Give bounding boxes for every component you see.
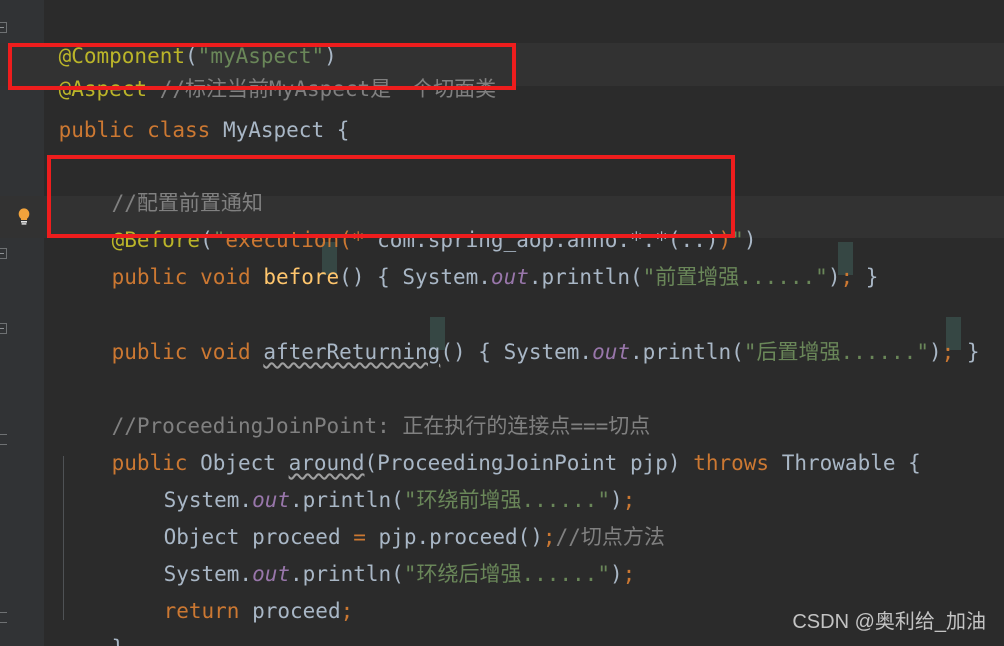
token-brace-close: } [954, 340, 980, 364]
token-field-out: out [592, 340, 631, 364]
token-brace: { [336, 118, 350, 142]
token-brace-open: { [377, 265, 403, 289]
token-type-throwable: Throwable [781, 451, 909, 475]
token-keyword-void: void [200, 265, 264, 289]
token-string: "后置增强......" [743, 340, 929, 364]
token-semicolon: ; [840, 265, 854, 289]
code-line-13[interactable]: return proceed; [113, 580, 354, 643]
token-parens: () [339, 265, 378, 289]
token-println: .println( [630, 340, 744, 364]
token-brace-open: { [908, 451, 921, 475]
code-line-6[interactable]: public void before() { System.out.printl… [61, 246, 879, 309]
token-keyword-throws: throws [693, 451, 782, 475]
token-paren-close: ) [827, 265, 841, 289]
token-println: .println( [528, 265, 643, 289]
token-semicolon: ; [941, 340, 955, 364]
token-keyword-public: public [111, 340, 201, 364]
fold-marker-icon-before[interactable] [0, 248, 7, 259]
token-keyword-public: public [111, 265, 201, 289]
token-keyword-class: class [147, 118, 223, 142]
code-line-7[interactable]: public void afterReturning() { System.ou… [61, 321, 980, 384]
code-editor-screenshot: @Component("myAspect") @Aspect //标注当前MyA… [0, 0, 1004, 646]
token-comment: //标注当前MyAspect是一个切面类 [159, 77, 497, 101]
token-brace-close: } [112, 636, 125, 646]
token-string: "环绕后增强......" [403, 562, 610, 586]
token-system: System. [402, 265, 491, 289]
token-annotation: @Aspect [58, 77, 148, 101]
fold-marker-icon-around[interactable] [0, 434, 7, 445]
token-parens: () [440, 340, 479, 364]
fold-marker-icon-line1[interactable] [0, 22, 7, 33]
token-paren-close: ) [609, 562, 623, 586]
token-classname: MyAspect [222, 118, 337, 142]
token-keyword-public: public [58, 118, 148, 142]
token-paren-close: ) [928, 340, 942, 364]
token-method-name: before [263, 265, 340, 289]
token-brace-open: { [478, 340, 504, 364]
token-keyword-return: return [163, 599, 253, 623]
token-semicolon: ; [622, 562, 636, 586]
token-system: System. [503, 340, 593, 364]
fold-marker-icon-afterreturning[interactable] [0, 323, 7, 334]
token-field-out: out [490, 265, 529, 289]
code-line-14[interactable]: } [61, 617, 125, 646]
csdn-watermark: CSDN @奥利给_加油 [792, 611, 986, 633]
token-keyword-void: void [200, 340, 264, 364]
token-var-proceed: proceed [252, 599, 341, 623]
token-method-name-unresolved: afterReturning [263, 340, 441, 364]
token-semicolon: ; [340, 599, 354, 623]
code-line-3[interactable]: public class MyAspect { [8, 99, 350, 162]
fold-marker-icon-classend[interactable] [0, 612, 7, 623]
token-string: "前置增强......" [642, 265, 828, 289]
intention-bulb-icon[interactable] [16, 207, 32, 225]
token-brace-close: } [853, 265, 879, 289]
